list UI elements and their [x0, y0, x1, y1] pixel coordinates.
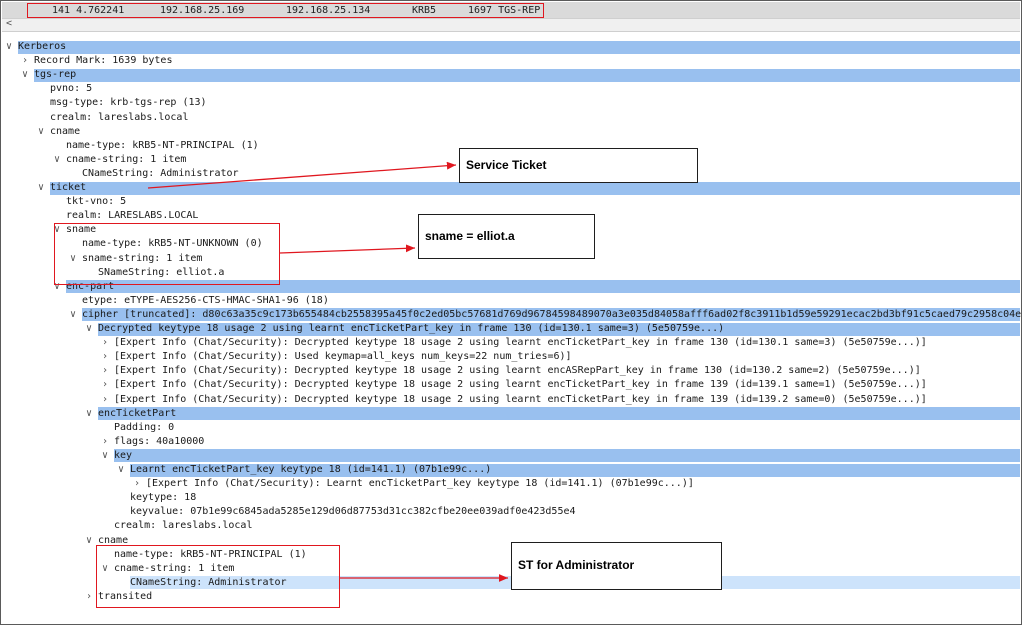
arrow-sname	[279, 244, 416, 254]
arrow-service-ticket	[147, 161, 457, 189]
annotation-arrows	[147, 161, 508, 582]
